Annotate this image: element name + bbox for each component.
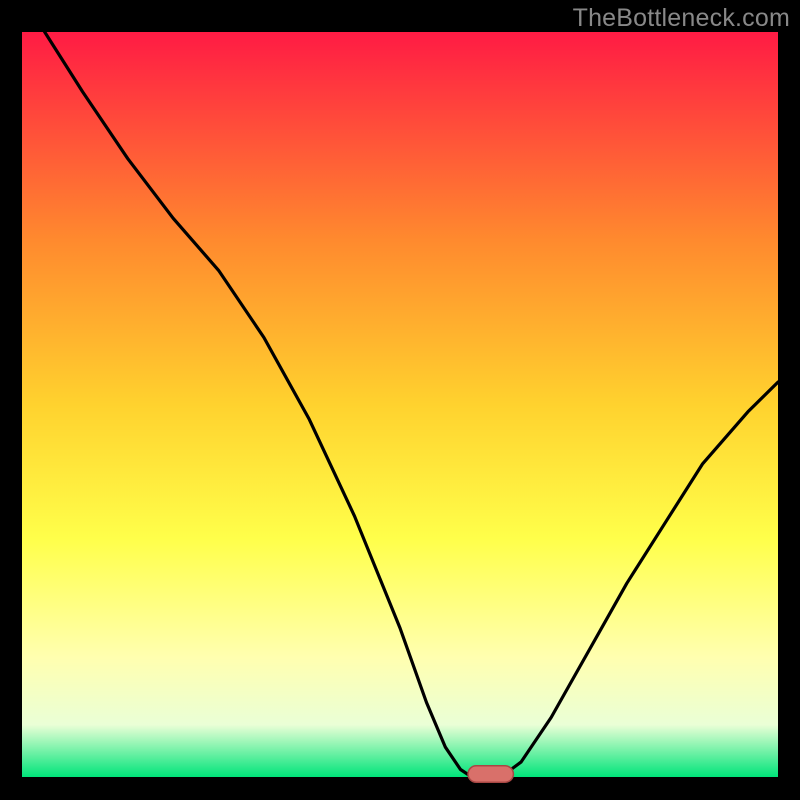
watermark-text: TheBottleneck.com <box>573 4 790 33</box>
bottleneck-chart <box>0 0 800 800</box>
chart-frame: TheBottleneck.com <box>0 0 800 800</box>
optimal-marker <box>468 766 513 782</box>
plot-background <box>22 32 778 777</box>
